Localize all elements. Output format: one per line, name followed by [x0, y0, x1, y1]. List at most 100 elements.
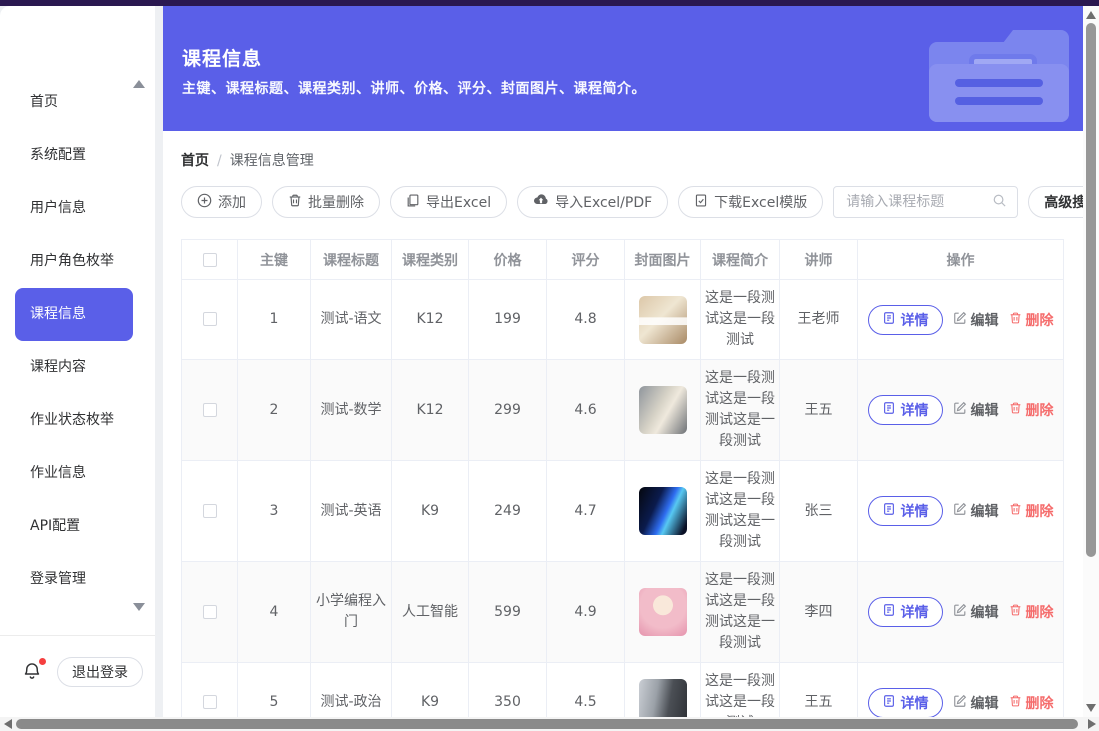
vertical-scrollbar-thumb[interactable]: [1086, 23, 1096, 557]
breadcrumb-home[interactable]: 首页: [181, 153, 209, 169]
table-row: 2 测试-数学 K12 299 4.6 这是一段测试这是一段测试这是一段测试 王…: [182, 360, 1064, 461]
import-excel-button[interactable]: 导入Excel/PDF: [517, 186, 668, 218]
table-row: 3 测试-英语 K9 249 4.7 这是一段测试这是一段测试这是一段测试 张三…: [182, 461, 1064, 562]
edit-button[interactable]: 编辑: [953, 310, 999, 330]
sidebar-item[interactable]: 用户角色枚举: [0, 235, 155, 288]
sidebar-item[interactable]: 课程信息: [15, 288, 133, 341]
add-button[interactable]: 添加: [181, 186, 262, 218]
search-icon[interactable]: [992, 193, 1007, 212]
sidebar-item[interactable]: 用户信息: [0, 182, 155, 235]
column-header-rating: 评分: [547, 240, 625, 280]
column-header-actions: 操作: [858, 240, 1064, 280]
vertical-scrollbar[interactable]: [1083, 6, 1099, 717]
cell-title: 小学编程入门: [311, 562, 392, 663]
cell-category: K12: [392, 360, 469, 461]
cell-id: 5: [238, 663, 311, 718]
cell-teacher: 张三: [780, 461, 858, 562]
cell-title: 测试-政治: [311, 663, 392, 718]
detail-button[interactable]: 详情: [868, 597, 943, 627]
doc-check-icon: [694, 193, 708, 212]
main-content: 课程信息 主键、课程标题、课程类别、讲师、价格、评分、封面图片、课程简介。 首页…: [163, 6, 1083, 717]
plus-circle-icon: [197, 193, 212, 212]
scroll-down-arrow-icon[interactable]: [1086, 704, 1096, 712]
trash-icon: [288, 193, 302, 212]
sidebar-item[interactable]: 作业状态枚举: [0, 394, 155, 447]
horizontal-scrollbar-thumb[interactable]: [16, 719, 1078, 729]
sidebar-item[interactable]: 登录管理: [0, 553, 155, 606]
sidebar-footer: 退出登录: [0, 635, 155, 717]
column-header-teacher: 讲师: [780, 240, 858, 280]
course-cover-image: [639, 386, 687, 434]
row-checkbox[interactable]: [203, 695, 217, 709]
sidebar-item[interactable]: 作业信息: [0, 447, 155, 500]
edit-button[interactable]: 编辑: [953, 501, 999, 521]
trash-icon: [1009, 603, 1022, 621]
detail-button[interactable]: 详情: [868, 688, 943, 718]
row-checkbox[interactable]: [203, 605, 217, 619]
document-icon: [882, 603, 896, 621]
sidebar-scroll-down-icon[interactable]: [133, 603, 145, 611]
edit-button[interactable]: 编辑: [953, 602, 999, 622]
sidebar-item[interactable]: 系统配置: [0, 129, 155, 182]
delete-button[interactable]: 删除: [1009, 602, 1054, 622]
edit-button[interactable]: 编辑: [953, 693, 999, 713]
column-header-intro: 课程简介: [701, 240, 780, 280]
cell-title: 测试-语文: [311, 280, 392, 360]
course-cover-image: [639, 487, 687, 535]
breadcrumb-separator: /: [217, 153, 222, 169]
export-icon: [406, 193, 420, 212]
search-box: [833, 186, 1018, 218]
scroll-right-arrow-icon[interactable]: [1088, 719, 1096, 729]
download-template-button[interactable]: 下载Excel模版: [678, 186, 823, 218]
course-cover-image: [639, 588, 687, 636]
detail-button[interactable]: 详情: [868, 305, 943, 335]
logout-button[interactable]: 退出登录: [57, 657, 143, 687]
batch-delete-button[interactable]: 批量删除: [272, 186, 380, 218]
edit-icon: [953, 401, 967, 419]
cell-teacher: 王五: [780, 663, 858, 718]
document-icon: [882, 401, 896, 419]
page-subtitle: 主键、课程标题、课程类别、讲师、价格、评分、封面图片、课程简介。: [182, 78, 646, 98]
column-header-category: 课程类别: [392, 240, 469, 280]
scroll-up-arrow-icon[interactable]: [1086, 11, 1096, 19]
export-excel-button[interactable]: 导出Excel: [390, 186, 507, 218]
column-header-price: 价格: [469, 240, 547, 280]
row-checkbox[interactable]: [203, 312, 217, 326]
horizontal-scrollbar[interactable]: [0, 717, 1099, 731]
table-row: 4 小学编程入门 人工智能 599 4.9 这是一段测试这是一段测试这是一段测试…: [182, 562, 1064, 663]
detail-button[interactable]: 详情: [868, 395, 943, 425]
row-checkbox[interactable]: [203, 403, 217, 417]
cell-price: 299: [469, 360, 547, 461]
edit-button[interactable]: 编辑: [953, 400, 999, 420]
table-row: 5 测试-政治 K9 350 4.5 这是一段测试这是一段测试 王五 详情 编辑…: [182, 663, 1064, 718]
detail-button[interactable]: 详情: [868, 496, 943, 526]
search-input[interactable]: [844, 193, 992, 211]
sidebar-item[interactable]: 课程内容: [0, 341, 155, 394]
document-icon: [882, 694, 896, 712]
cloud-upload-icon: [533, 193, 549, 211]
cell-rating: 4.9: [547, 562, 625, 663]
sidebar-item[interactable]: 首页: [0, 76, 155, 129]
sidebar-item[interactable]: API配置: [0, 500, 155, 553]
advanced-search-button[interactable]: 高级搜索: [1028, 186, 1083, 218]
folder-icon: [929, 30, 1069, 122]
notification-bell-icon[interactable]: [21, 660, 45, 684]
edit-icon: [953, 502, 967, 520]
column-header-id: 主键: [238, 240, 311, 280]
cell-category: 人工智能: [392, 562, 469, 663]
course-cover-image: [639, 296, 687, 344]
delete-button[interactable]: 删除: [1009, 310, 1054, 330]
cell-price: 599: [469, 562, 547, 663]
course-cover-image: [639, 679, 687, 718]
cell-price: 249: [469, 461, 547, 562]
sidebar: 首页系统配置用户信息用户角色枚举课程信息课程内容作业状态枚举作业信息API配置登…: [0, 6, 155, 717]
row-checkbox[interactable]: [203, 504, 217, 518]
document-icon: [882, 502, 896, 520]
delete-button[interactable]: 删除: [1009, 693, 1054, 713]
delete-button[interactable]: 删除: [1009, 501, 1054, 521]
scroll-left-arrow-icon[interactable]: [4, 719, 12, 729]
delete-button[interactable]: 删除: [1009, 400, 1054, 420]
select-all-checkbox[interactable]: [203, 253, 217, 267]
cell-price: 350: [469, 663, 547, 718]
cell-category: K12: [392, 280, 469, 360]
